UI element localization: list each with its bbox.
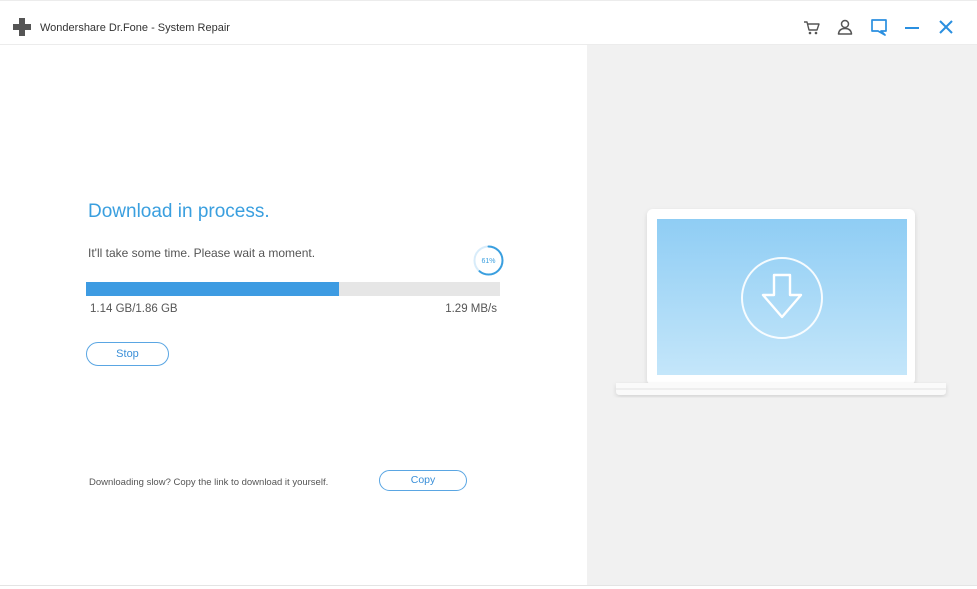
downloaded-size: 1.14 GB/1.86 GB [90, 303, 178, 315]
minimize-icon[interactable] [902, 17, 922, 37]
page-title: Download in process. [88, 201, 270, 222]
window-title: Wondershare Dr.Fone - System Repair [40, 22, 230, 34]
wait-message: It'll take some time. Please wait a mome… [88, 246, 316, 260]
slow-download-hint: Downloading slow? Copy the link to downl… [89, 477, 329, 488]
close-icon[interactable] [936, 17, 956, 37]
progress-percent: 61% [481, 258, 495, 265]
feedback-icon[interactable] [869, 17, 889, 37]
progress-ring: 61% [473, 245, 504, 276]
cart-icon[interactable] [802, 17, 822, 37]
drfone-logo-icon [13, 18, 31, 36]
copy-link-button[interactable]: Copy [379, 470, 467, 491]
progress-bar [86, 282, 500, 296]
account-icon[interactable] [835, 17, 855, 37]
download-panel [0, 45, 587, 586]
stop-button[interactable]: Stop [86, 342, 169, 366]
title-bar: Wondershare Dr.Fone - System Repair [0, 1, 977, 45]
download-speed: 1.29 MB/s [445, 303, 497, 315]
laptop-illustration [616, 209, 946, 395]
app-window: Wondershare Dr.Fone - System Repair Down… [0, 0, 977, 589]
bottom-divider [0, 585, 977, 586]
progress-bar-fill [86, 282, 339, 296]
